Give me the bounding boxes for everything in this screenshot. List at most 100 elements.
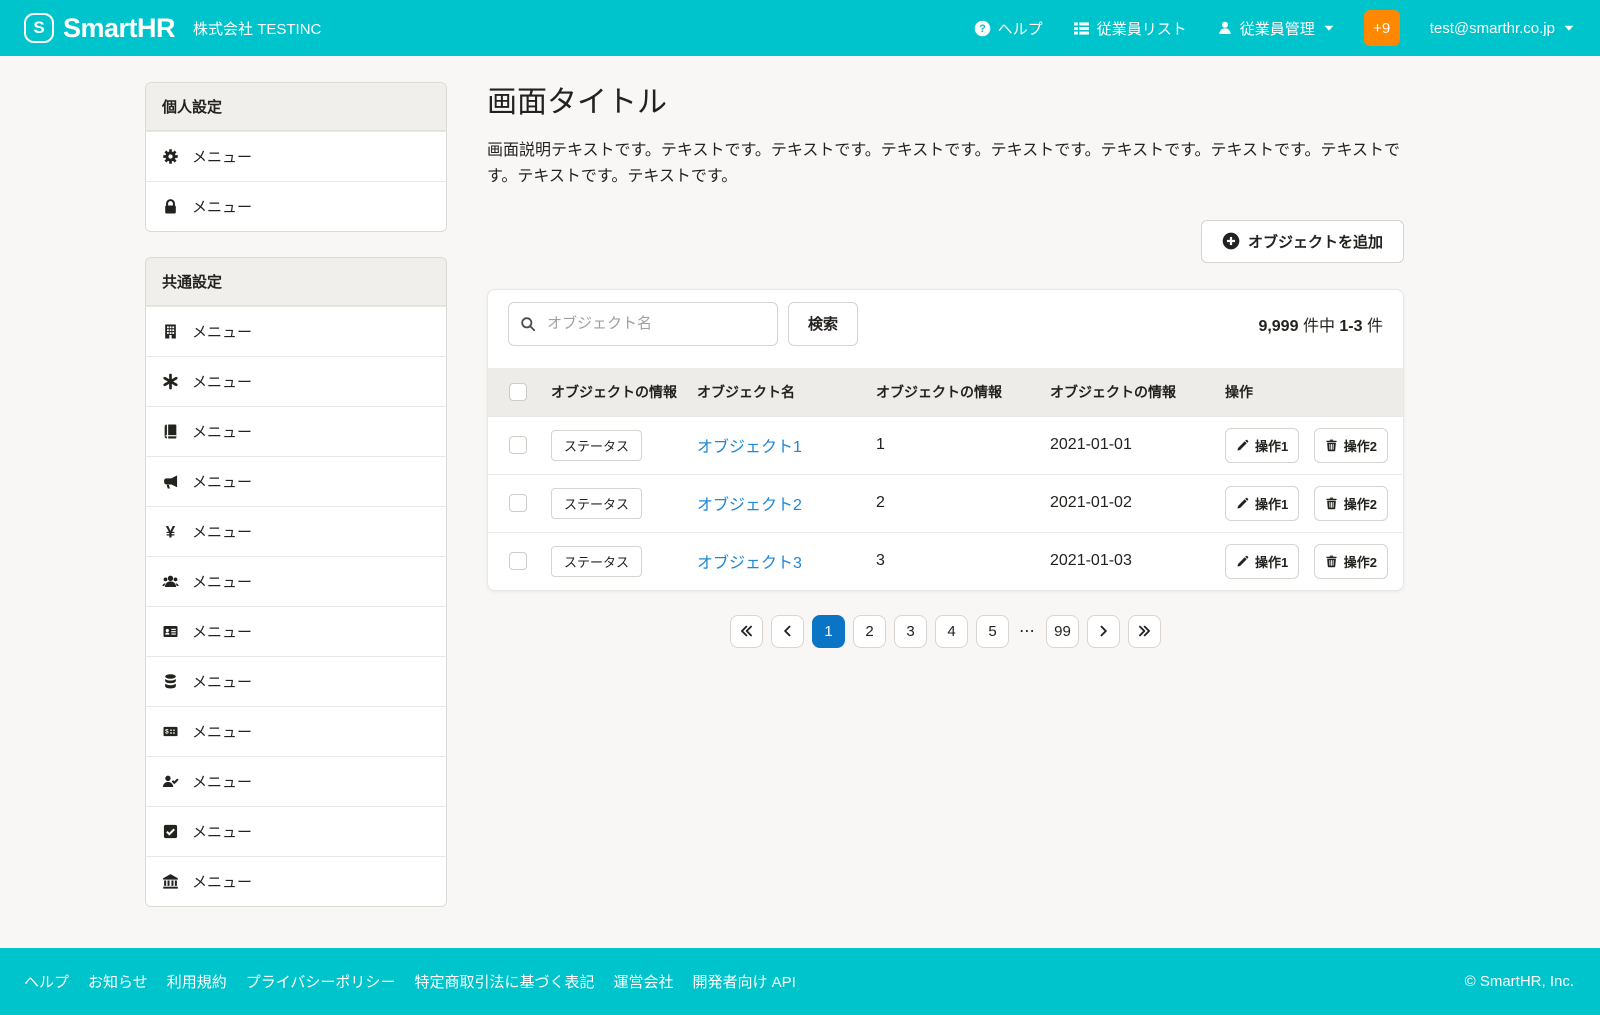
- sidebar-item-check-square[interactable]: メニュー: [146, 806, 446, 856]
- svg-text:¥: ¥: [166, 523, 176, 540]
- edit-action-button[interactable]: 操作1: [1225, 544, 1299, 579]
- sidebar-item-gear[interactable]: メニュー: [146, 131, 446, 181]
- row-checkbox[interactable]: [509, 552, 527, 570]
- sidebar-item-label: メニュー: [192, 471, 252, 492]
- page-description: 画面説明テキストです。テキストです。テキストです。テキストです。テキストです。テ…: [487, 138, 1404, 190]
- main-content: 画面タイトル 画面説明テキストです。テキストです。テキストです。テキストです。テ…: [487, 84, 1404, 648]
- asterisk-icon: [162, 373, 179, 390]
- footer-link-company[interactable]: 運営会社: [613, 971, 673, 992]
- app-header: S SmartHR 株式会社 TESTINC ? ヘルプ 従業員リスト 従業員管…: [0, 0, 1600, 56]
- sidebar-item-label: メニュー: [192, 421, 252, 442]
- page-button-3[interactable]: 3: [894, 615, 927, 648]
- table-row: ステータス オブジェクト3 3 2021-01-03 操作1 操作2: [488, 532, 1403, 590]
- sidebar-section-title: 共通設定: [146, 258, 446, 306]
- sidebar-item-yen[interactable]: ¥ メニュー: [146, 506, 446, 556]
- sidebar-item-users[interactable]: メニュー: [146, 556, 446, 606]
- table-row: ステータス オブジェクト1 1 2021-01-01 操作1 操作2: [488, 416, 1403, 474]
- footer-link-commerce-law[interactable]: 特定商取引法に基づく表記: [414, 971, 594, 992]
- pencil-icon: [1236, 555, 1249, 568]
- employee-list-nav-link[interactable]: 従業員リスト: [1073, 18, 1187, 39]
- object-link[interactable]: オブジェクト2: [697, 497, 802, 514]
- sidebar-item-id-card[interactable]: メニュー: [146, 606, 446, 656]
- sidebar-item-bank[interactable]: メニュー: [146, 856, 446, 906]
- double-chevron-right-icon: [1137, 624, 1152, 638]
- sidebar-section-personal: 個人設定 メニュー メニュー: [145, 82, 447, 232]
- brand-name: SmartHR: [63, 13, 175, 44]
- chevron-down-icon: [1324, 25, 1334, 32]
- sidebar-item-label: メニュー: [192, 821, 252, 842]
- brand[interactable]: S SmartHR: [24, 13, 175, 44]
- footer-link-developer-api[interactable]: 開発者向け API: [692, 971, 795, 992]
- page-button-1[interactable]: 1: [812, 615, 845, 648]
- list-icon: [1073, 20, 1090, 37]
- delete-action-button[interactable]: 操作2: [1314, 486, 1388, 521]
- search-button[interactable]: 検索: [788, 302, 858, 346]
- add-object-button[interactable]: オブジェクトを追加: [1201, 220, 1404, 263]
- sidebar-item-building[interactable]: メニュー: [146, 306, 446, 356]
- money-check-icon: $: [162, 723, 179, 740]
- notification-badge[interactable]: +9: [1364, 10, 1400, 46]
- page-button-4[interactable]: 4: [935, 615, 968, 648]
- sidebar-item-label: メニュー: [192, 521, 252, 542]
- sidebar-item-megaphone[interactable]: メニュー: [146, 456, 446, 506]
- sidebar-item-money-check[interactable]: $ メニュー: [146, 706, 446, 756]
- result-total: 9,999: [1258, 318, 1298, 335]
- column-header-status: オブジェクトの情報: [541, 368, 687, 417]
- object-info1: 2: [866, 474, 1040, 532]
- object-link[interactable]: オブジェクト1: [697, 439, 802, 456]
- gear-icon: [162, 148, 179, 165]
- footer-link-news[interactable]: お知らせ: [88, 971, 148, 992]
- row-checkbox[interactable]: [509, 436, 527, 454]
- smarthr-logo-icon: S: [24, 13, 54, 43]
- column-header-info2: オブジェクトの情報: [1040, 368, 1215, 417]
- object-link[interactable]: オブジェクト3: [697, 555, 802, 572]
- help-nav-link[interactable]: ? ヘルプ: [974, 18, 1043, 39]
- employee-admin-menu[interactable]: 従業員管理: [1217, 18, 1334, 39]
- sidebar-item-user-check[interactable]: メニュー: [146, 756, 446, 806]
- help-nav-label: ヘルプ: [998, 18, 1043, 39]
- object-info2: 2021-01-02: [1040, 474, 1215, 532]
- footer-link-help[interactable]: ヘルプ: [24, 971, 69, 992]
- status-badge: ステータス: [551, 488, 642, 519]
- column-header-name: オブジェクト名: [687, 368, 866, 417]
- footer-link-privacy[interactable]: プライバシーポリシー: [246, 971, 396, 992]
- user-check-icon: [162, 773, 179, 790]
- search-icon: [520, 316, 536, 332]
- page-button-2[interactable]: 2: [853, 615, 886, 648]
- trash-icon: [1325, 497, 1338, 510]
- sidebar-item-label: メニュー: [192, 771, 252, 792]
- delete-action-button[interactable]: 操作2: [1314, 544, 1388, 579]
- footer-link-terms[interactable]: 利用規約: [167, 971, 227, 992]
- edit-action-button[interactable]: 操作1: [1225, 486, 1299, 521]
- object-search-input[interactable]: [508, 302, 778, 346]
- row-checkbox[interactable]: [509, 494, 527, 512]
- sidebar-item-asterisk[interactable]: メニュー: [146, 356, 446, 406]
- sidebar-item-lock[interactable]: メニュー: [146, 181, 446, 231]
- edit-action-label: 操作1: [1255, 494, 1288, 513]
- sidebar-item-database[interactable]: メニュー: [146, 656, 446, 706]
- sidebar-item-book[interactable]: メニュー: [146, 406, 446, 456]
- object-info1: 1: [866, 416, 1040, 474]
- sidebar-item-label: メニュー: [192, 721, 252, 742]
- pencil-icon: [1236, 439, 1249, 452]
- sidebar-item-label: メニュー: [192, 871, 252, 892]
- prev-page-button[interactable]: [771, 615, 804, 648]
- table-row: ステータス オブジェクト2 2 2021-01-02 操作1 操作2: [488, 474, 1403, 532]
- footer-links: ヘルプ お知らせ 利用規約 プライバシーポリシー 特定商取引法に基づく表記 運営…: [24, 971, 796, 992]
- sidebar-section-common: 共通設定 メニュー メニュー メニュー メニュー: [145, 257, 447, 907]
- page-button-5[interactable]: 5: [976, 615, 1009, 648]
- column-header-actions: 操作: [1215, 368, 1403, 417]
- first-page-button[interactable]: [730, 615, 763, 648]
- check-square-icon: [162, 823, 179, 840]
- edit-action-button[interactable]: 操作1: [1225, 428, 1299, 463]
- page-button-99[interactable]: 99: [1046, 615, 1079, 648]
- last-page-button[interactable]: [1128, 615, 1161, 648]
- account-menu[interactable]: test@smarthr.co.jp: [1430, 20, 1574, 37]
- delete-action-button[interactable]: 操作2: [1314, 428, 1388, 463]
- chevron-right-icon: [1097, 624, 1110, 638]
- employee-list-nav-label: 従業員リスト: [1097, 18, 1187, 39]
- next-page-button[interactable]: [1087, 615, 1120, 648]
- yen-icon: ¥: [162, 523, 179, 540]
- edit-action-label: 操作1: [1255, 552, 1288, 571]
- select-all-checkbox[interactable]: [509, 383, 527, 401]
